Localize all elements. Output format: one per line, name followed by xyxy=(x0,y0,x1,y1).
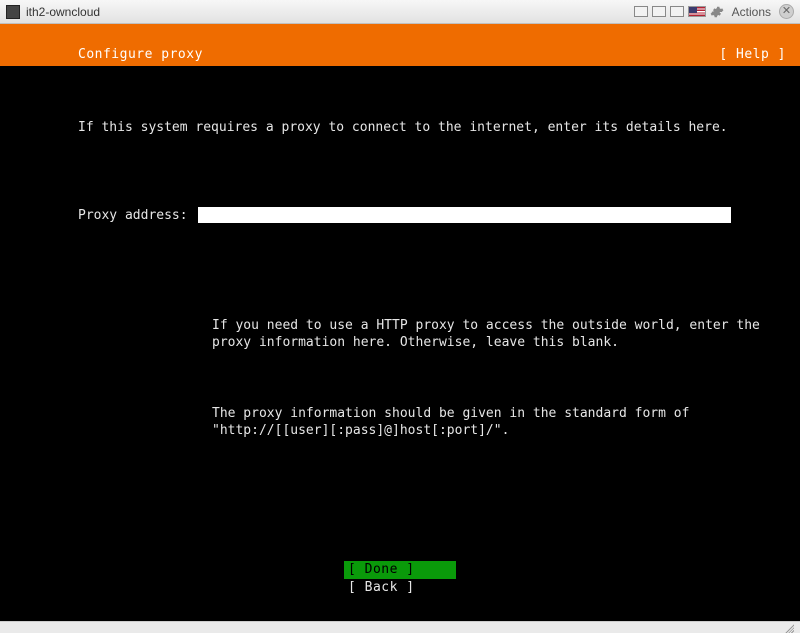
proxy-help-block: If you need to use a HTTP proxy to acces… xyxy=(212,281,786,492)
console-icon-3[interactable] xyxy=(670,6,684,17)
vm-window-title: ith2-owncloud xyxy=(26,5,100,19)
screen-header: Configure proxy [ Help ] xyxy=(0,24,800,66)
window-footer xyxy=(0,621,800,633)
resize-grip-icon[interactable] xyxy=(782,623,794,633)
vm-window-icon xyxy=(6,5,20,19)
vm-toolbar: Actions ✕ xyxy=(634,4,794,19)
back-button[interactable]: [ Back ] xyxy=(344,579,456,597)
proxy-address-input[interactable] xyxy=(198,207,731,223)
close-icon[interactable]: ✕ xyxy=(779,4,794,19)
intro-text: If this system requires a proxy to conne… xyxy=(78,119,786,137)
proxy-help-line-1: If you need to use a HTTP proxy to acces… xyxy=(212,317,766,352)
screen-content: If this system requires a proxy to conne… xyxy=(0,66,800,528)
help-button[interactable]: [ Help ] xyxy=(719,47,786,62)
proxy-address-label: Proxy address: xyxy=(78,207,188,225)
actions-menu-label[interactable]: Actions xyxy=(732,5,771,19)
done-button[interactable]: [ Done ] xyxy=(344,561,456,579)
vm-titlebar: ith2-owncloud Actions ✕ xyxy=(0,0,800,24)
proxy-help-line-2: The proxy information should be given in… xyxy=(212,405,766,440)
keyboard-layout-flag-icon[interactable] xyxy=(688,6,706,17)
console-icon-2[interactable] xyxy=(652,6,666,17)
gear-icon[interactable] xyxy=(710,5,724,19)
proxy-row: Proxy address: xyxy=(78,207,786,225)
console-icon[interactable] xyxy=(634,6,648,17)
screen-title: Configure proxy xyxy=(78,47,203,62)
button-bar: [ Done ] [ Back ] xyxy=(0,561,800,597)
installer-console: Configure proxy [ Help ] If this system … xyxy=(0,24,800,621)
